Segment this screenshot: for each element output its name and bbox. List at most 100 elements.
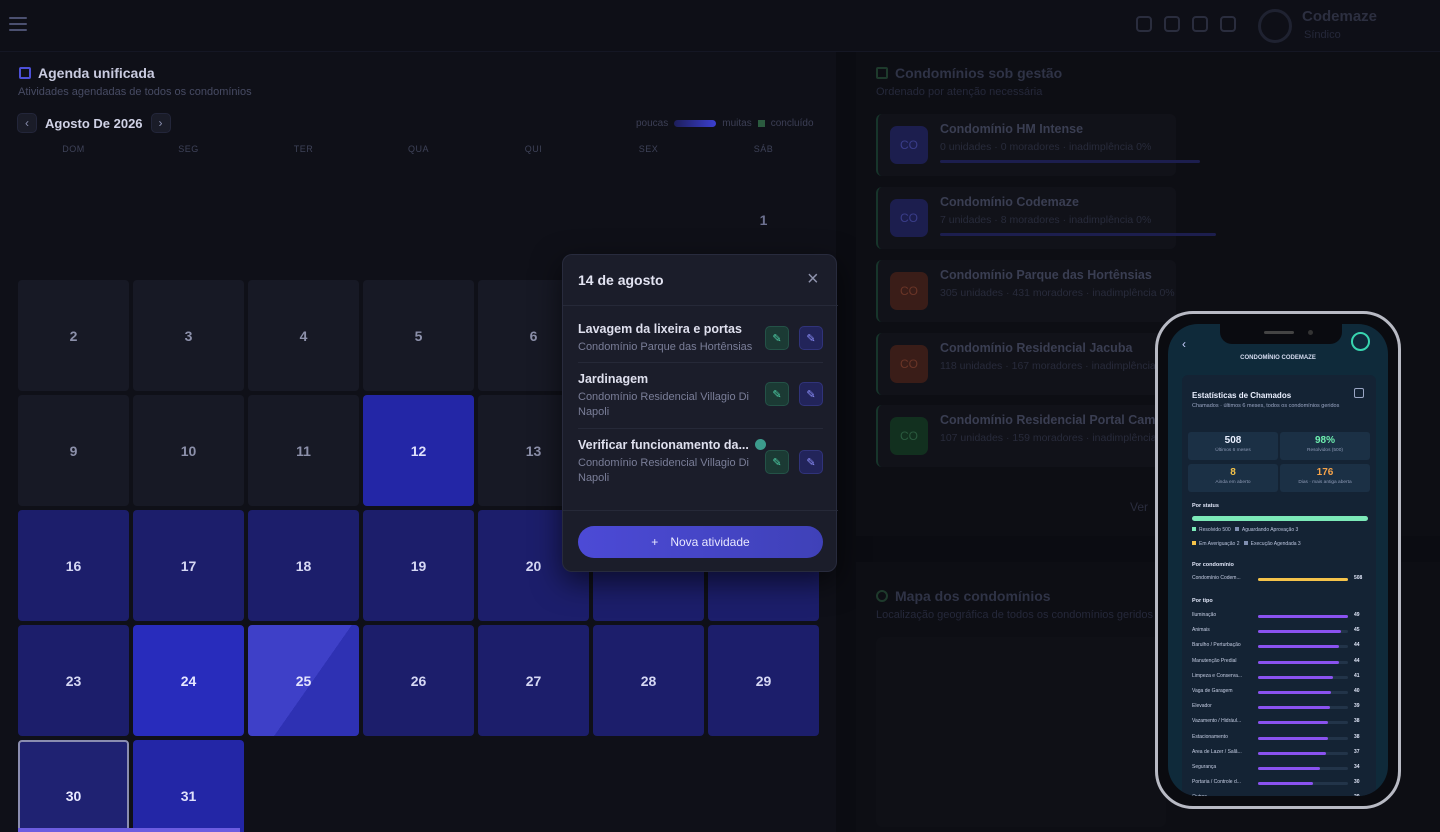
- calendar-icon[interactable]: [1354, 388, 1364, 398]
- condo-card[interactable]: CO Condomínio HM Intense 0 unidades · 0 …: [876, 114, 1200, 176]
- type-row: Barulho / Perturbação 44: [1192, 642, 1368, 650]
- type-row: Outros 29: [1192, 794, 1368, 796]
- building-icon: [876, 67, 888, 79]
- calendar-day[interactable]: 26: [363, 625, 474, 736]
- type-bar: [1258, 721, 1328, 725]
- new-activity-button[interactable]: + Nova atividade: [578, 526, 823, 558]
- condo-card[interactable]: CO Condomínio Residencial Portal Cami 10…: [876, 405, 1176, 467]
- legend-done: concluído: [770, 118, 814, 129]
- calendar-day[interactable]: 12: [363, 395, 474, 506]
- calendar-day[interactable]: 2: [18, 280, 129, 391]
- condo-meta: 107 unidades · 159 moradores · inadimplê…: [940, 432, 1157, 444]
- edit-icon[interactable]: ✎: [799, 382, 823, 406]
- type-bar: [1258, 675, 1334, 679]
- condo-meta: 118 unidades · 167 moradores · inadimplê…: [940, 360, 1156, 372]
- condo-name: Condomínio Codemaze: [940, 195, 1079, 209]
- top-bar: Codemaze Síndico: [0, 0, 1440, 52]
- calendar-day[interactable]: 24: [133, 625, 244, 736]
- type-label: Manutenção Predial: [1192, 657, 1237, 664]
- apps-icon[interactable]: [1164, 16, 1180, 32]
- condo-meta: 7 unidades · 8 moradores · inadimplência…: [940, 214, 1152, 226]
- activity-condo: Condomínio Parque das Hortênsias: [578, 341, 753, 353]
- day-popover: 14 de agosto × Lavagem da lixeira e port…: [562, 254, 838, 572]
- condo-card[interactable]: CO Condomínio Parque das Hortênsias 305 …: [876, 260, 1176, 322]
- type-row: Segurança 34: [1192, 764, 1368, 772]
- type-value: 34: [1354, 764, 1360, 770]
- activity-item[interactable]: Jardinagem Condomínio Residencial Villag…: [578, 372, 823, 420]
- calendar-day[interactable]: 4: [248, 280, 359, 391]
- new-activity-label: Nova atividade: [670, 535, 750, 549]
- phone-mockup: ‹ CONDOMÍNIO CODEMAZE Estatísticas de Ch…: [1155, 311, 1401, 809]
- type-value: 45: [1354, 627, 1360, 634]
- type-row: Elevador 39: [1192, 703, 1368, 711]
- speaker: [1264, 331, 1294, 334]
- stat-value: 98%: [1314, 435, 1335, 446]
- complete-icon[interactable]: ✎: [765, 382, 789, 406]
- back-icon[interactable]: ‹: [1182, 337, 1186, 351]
- map-pin-icon: [876, 590, 888, 602]
- stat-value: 176: [1316, 467, 1334, 478]
- activity-actions: ✎ ✎: [765, 326, 823, 350]
- condo-name: Condomínio Residencial Portal Cami: [940, 413, 1159, 427]
- calendar-day[interactable]: 23: [18, 625, 129, 736]
- see-more-link[interactable]: Ver: [1130, 500, 1148, 514]
- calendar-day[interactable]: 18: [248, 510, 359, 621]
- calendar-day[interactable]: 3: [133, 280, 244, 391]
- refresh-icon[interactable]: [1136, 16, 1152, 32]
- type-bar: [1258, 660, 1339, 664]
- calendar-day[interactable]: 29: [708, 625, 819, 736]
- activity-title: Verificar funcionamento da...: [578, 438, 749, 452]
- type-label: Barulho / Perturbação: [1192, 642, 1241, 649]
- complete-icon[interactable]: ✎: [765, 326, 789, 350]
- calendar-day[interactable]: 27: [478, 625, 589, 736]
- calendar-day[interactable]: 30: [18, 740, 129, 832]
- map-view[interactable]: [876, 637, 1166, 827]
- app-logo: [1351, 332, 1370, 351]
- condo-row-label: Condomínio Codem...: [1192, 575, 1241, 581]
- calendar-day[interactable]: 10: [133, 395, 244, 506]
- calendar-day[interactable]: 31: [133, 740, 244, 832]
- bell-icon[interactable]: [1192, 16, 1208, 32]
- type-label: Área de Lazer / Salã...: [1192, 748, 1242, 755]
- weekday-thu: QUI: [524, 144, 543, 154]
- calendar-day[interactable]: 25: [248, 625, 359, 736]
- menu-icon[interactable]: [9, 17, 27, 31]
- condo-row-fill: [1258, 578, 1348, 581]
- condo-badge: CO: [890, 199, 928, 237]
- type-track: [1258, 615, 1348, 618]
- condo-card[interactable]: CO Condomínio Residencial Jacuba 118 uni…: [876, 333, 1176, 395]
- condo-row-value: 508: [1354, 575, 1363, 581]
- theme-icon[interactable]: [1220, 16, 1236, 32]
- phone-notch: [1220, 324, 1342, 344]
- type-value: 49: [1354, 612, 1360, 618]
- legend-swatch: [1192, 541, 1196, 545]
- brand-logo[interactable]: [1258, 9, 1292, 43]
- prev-month-button[interactable]: ‹: [17, 113, 37, 133]
- calendar-day[interactable]: 17: [133, 510, 244, 621]
- type-row: Iluminação 49: [1192, 612, 1368, 620]
- type-row: Vaga de Garagem 40: [1192, 688, 1368, 696]
- calendar-day[interactable]: 5: [363, 280, 474, 391]
- camera: [1308, 330, 1313, 335]
- calendar-day[interactable]: 19: [363, 510, 474, 621]
- next-month-button[interactable]: ›: [150, 113, 171, 133]
- edit-icon[interactable]: ✎: [799, 326, 823, 350]
- calendar-day[interactable]: 16: [18, 510, 129, 621]
- calendar-day[interactable]: 9: [18, 395, 129, 506]
- close-icon[interactable]: ×: [807, 269, 819, 289]
- calendar-day[interactable]: 28: [593, 625, 704, 736]
- edit-icon[interactable]: ✎: [799, 450, 823, 474]
- complete-icon[interactable]: ✎: [765, 450, 789, 474]
- condo-card[interactable]: CO Condomínio Codemaze 7 unidades · 8 mo…: [876, 187, 1216, 249]
- map-subtitle: Localização geográfica de todos os condo…: [876, 609, 1154, 621]
- divider: [563, 305, 838, 306]
- type-label: Animais: [1192, 627, 1210, 634]
- activity-item[interactable]: Verificar funcionamento da... Condomínio…: [578, 438, 823, 486]
- type-value: 40: [1354, 688, 1360, 694]
- type-track: [1258, 630, 1348, 634]
- activity-item[interactable]: Lavagem da lixeira e portas Condomínio P…: [578, 322, 823, 355]
- type-label: Limpeza e Conserva...: [1192, 672, 1243, 679]
- type-label: Elevador: [1192, 703, 1212, 710]
- calendar-day[interactable]: 11: [248, 395, 359, 506]
- stat-value: 8: [1230, 467, 1236, 478]
